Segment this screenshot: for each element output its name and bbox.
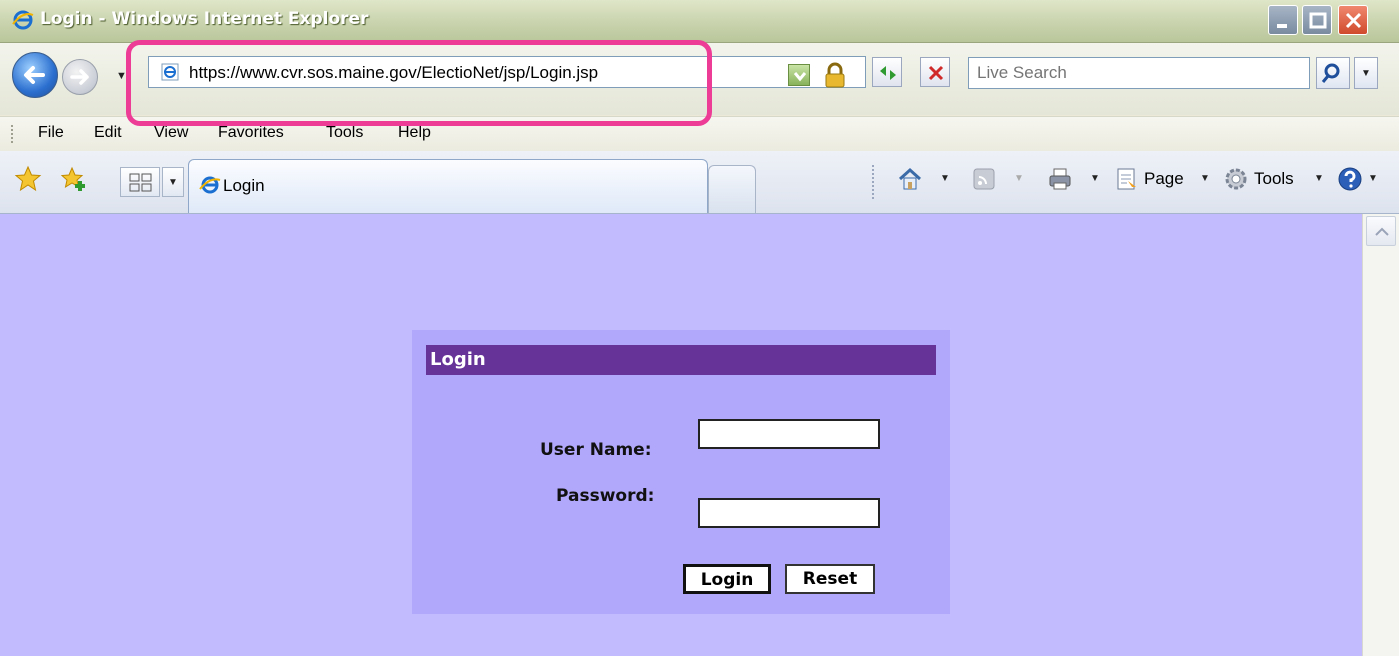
new-tab-button[interactable] <box>708 165 756 213</box>
maximize-icon <box>1309 12 1327 29</box>
feeds-dropdown-icon[interactable]: ▼ <box>1014 173 1024 184</box>
stop-x-icon <box>928 65 944 81</box>
refresh-button[interactable] <box>872 57 902 87</box>
back-button[interactable] <box>12 52 58 98</box>
refresh-icon <box>880 66 896 80</box>
password-input[interactable] <box>698 498 880 528</box>
tab-login[interactable]: Login <box>188 159 708 213</box>
menu-edit[interactable]: Edit <box>94 124 122 142</box>
vertical-scrollbar[interactable] <box>1362 214 1399 656</box>
gear-icon[interactable] <box>1222 165 1250 193</box>
username-input[interactable] <box>698 419 880 449</box>
window-title: Login - Windows Internet Explorer <box>40 9 369 29</box>
lock-icon[interactable] <box>822 61 848 89</box>
search-input[interactable] <box>975 58 1309 88</box>
tools-menu-label[interactable]: Tools <box>1254 169 1294 189</box>
close-icon <box>1345 12 1362 29</box>
arrow-right-icon <box>70 69 89 85</box>
username-label: User Name: <box>540 440 652 460</box>
title-bar: Login - Windows Internet Explorer <box>0 0 1399 43</box>
help-icon[interactable] <box>1336 165 1364 193</box>
grid-icon <box>129 173 152 192</box>
tab-list-dropdown[interactable]: ▼ <box>162 167 184 197</box>
address-bar[interactable]: https://www.cvr.sos.maine.gov/ElectioNet… <box>148 56 866 88</box>
arrow-left-icon <box>24 66 45 84</box>
stop-button[interactable] <box>920 57 950 87</box>
tab-label: Login <box>223 176 265 195</box>
help-dropdown-icon[interactable]: ▼ <box>1368 173 1378 184</box>
page-menu-label[interactable]: Page <box>1144 169 1184 189</box>
tab-bar: ▼ Login ▼ ▼ ▼ Page ▼ Tools ▼ ▼ <box>0 151 1399 214</box>
home-dropdown-icon[interactable]: ▼ <box>940 173 950 184</box>
favorites-star-icon[interactable] <box>14 165 42 193</box>
add-favorites-icon[interactable] <box>60 165 88 193</box>
feeds-icon[interactable] <box>970 165 998 193</box>
recent-pages-dropdown-icon[interactable]: ▼ <box>116 70 127 82</box>
menu-grip <box>11 125 13 143</box>
menu-bar: File Edit View Favorites Tools Help <box>0 116 1399 152</box>
chevron-up-icon <box>1375 227 1389 236</box>
close-button[interactable] <box>1338 5 1368 35</box>
search-button[interactable] <box>1316 57 1350 89</box>
minimize-icon <box>1277 24 1287 28</box>
quick-tabs-button[interactable] <box>120 167 160 197</box>
menu-view[interactable]: View <box>154 124 188 142</box>
scroll-up-button[interactable] <box>1366 216 1396 246</box>
menu-file[interactable]: File <box>38 124 64 142</box>
menu-help[interactable]: Help <box>398 124 431 142</box>
minimize-button[interactable] <box>1268 5 1298 35</box>
address-dropdown-button[interactable] <box>788 64 810 86</box>
print-icon[interactable] <box>1046 165 1074 193</box>
chevron-down-icon <box>793 72 807 82</box>
page-icon[interactable] <box>1112 165 1140 193</box>
ie-page-icon <box>161 63 179 81</box>
menu-tools[interactable]: Tools <box>326 124 363 142</box>
tools-dropdown-icon[interactable]: ▼ <box>1314 173 1324 184</box>
magnifier-icon <box>1321 63 1340 83</box>
ie-logo-icon <box>199 176 221 194</box>
print-dropdown-icon[interactable]: ▼ <box>1090 173 1100 184</box>
login-button[interactable]: Login <box>683 564 771 594</box>
command-bar-grip <box>872 165 874 201</box>
login-header: Login <box>426 345 936 375</box>
menu-favorites[interactable]: Favorites <box>218 124 284 142</box>
login-header-title: Login <box>430 349 486 370</box>
page-dropdown-icon[interactable]: ▼ <box>1200 173 1210 184</box>
maximize-button[interactable] <box>1302 5 1332 35</box>
search-box[interactable] <box>968 57 1310 89</box>
navigation-bar: ▼ https://www.cvr.sos.maine.gov/ElectioN… <box>0 43 1399 115</box>
password-label: Password: <box>556 486 655 506</box>
home-icon[interactable] <box>896 165 924 193</box>
ie-logo-icon <box>12 10 34 30</box>
search-options-dropdown[interactable]: ▼ <box>1354 57 1378 89</box>
address-url[interactable]: https://www.cvr.sos.maine.gov/ElectioNet… <box>189 63 598 83</box>
forward-button[interactable] <box>62 59 98 95</box>
reset-button[interactable]: Reset <box>785 564 875 594</box>
